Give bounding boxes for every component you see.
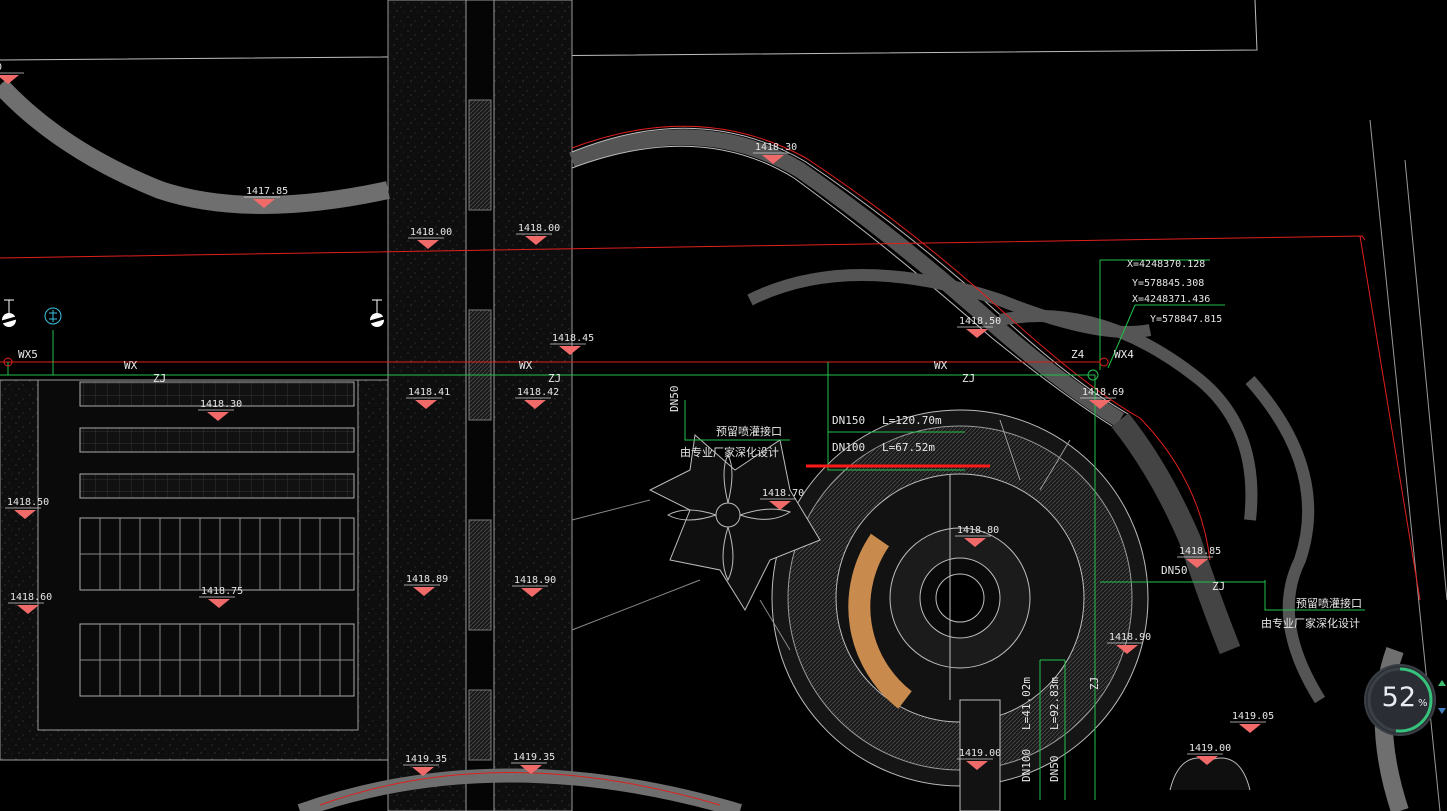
elevation-value: 1419.35	[405, 754, 447, 765]
spec-len-a: L=41.02m	[1020, 677, 1033, 730]
elevation-value: 1418.00	[518, 223, 560, 234]
water-meter-icon[interactable]	[44, 307, 62, 325]
elevation-value: 1419.05	[1232, 711, 1274, 722]
cad-drawing-canvas[interactable]: 70 1417.85 1418.30 1418.00 1418.00 1418.45 141…	[0, 0, 1447, 811]
elevation-value: 1419.00	[959, 748, 1001, 759]
spec-len-b: L=92.83m	[1048, 677, 1061, 730]
elevation-value: 1418.30	[200, 399, 242, 410]
elevation-triangle-icon	[966, 329, 988, 338]
zoom-level-widget[interactable]: 52 %	[1364, 664, 1436, 736]
elevation-value: 1418.60	[10, 592, 52, 603]
note-design-1: 由专业厂家深化设计	[680, 445, 779, 459]
elevation-value: 1418.75	[201, 586, 243, 597]
coord-y2: Y=578847.815	[1150, 314, 1222, 325]
label-wx-3: WX	[934, 359, 948, 372]
spec-dn50-right: DN50	[1161, 564, 1188, 577]
spec-dn50-vertical: DN50	[668, 386, 681, 413]
hydrant-icon-left[interactable]	[1, 299, 17, 327]
zoom-value: 52	[1381, 682, 1416, 713]
label-wx4: WX4	[1114, 348, 1134, 361]
spec-dn50-bottom: DN50	[1048, 756, 1061, 783]
elevation-value: 1418.89	[406, 574, 448, 585]
spec-dn100-bottom: DN100	[1020, 749, 1033, 782]
note-reserve-2: 预留喷灌接口	[1296, 597, 1362, 610]
hydrant-icon-right[interactable]	[369, 299, 385, 327]
elevation-value: 1418.90	[514, 575, 556, 586]
coord-y1: Y=578845.308	[1132, 278, 1204, 289]
elevation-value: 1418.50	[959, 316, 1001, 327]
zoom-unit: %	[1418, 698, 1428, 709]
label-wx5: WX5	[18, 348, 38, 361]
elevation-value: 1418.50	[7, 497, 49, 508]
spec-len150: L=120.70m	[882, 414, 942, 427]
coord-x1: X=4248370.128	[1127, 259, 1205, 270]
label-zj-5: ZJ	[1088, 677, 1101, 690]
elevation-value: 70	[0, 62, 2, 73]
manhole-icon[interactable]	[1099, 357, 1109, 367]
elevation-value: 1418.70	[762, 488, 804, 499]
elevation-triangle-icon	[1239, 724, 1261, 733]
elevation-value: 1418.30	[755, 142, 797, 153]
spec-len100: L=67.52m	[882, 441, 935, 454]
label-zj-4: ZJ	[1212, 580, 1225, 593]
label-wx-2: WX	[519, 359, 533, 372]
label-z4: Z4	[1071, 348, 1085, 361]
elevation-value: 1418.45	[552, 333, 594, 344]
elevation-value: 1418.90	[1109, 632, 1151, 643]
spec-dn100: DN100	[832, 441, 865, 454]
zoom-in-arrow-icon[interactable]	[1438, 680, 1446, 686]
note-reserve-1: 预留喷灌接口	[716, 425, 782, 438]
spec-dn150: DN150	[832, 414, 865, 427]
zoom-out-arrow-icon[interactable]	[1438, 708, 1446, 714]
elevation-value: 1419.00	[1189, 743, 1231, 754]
elevation-value: 1417.85	[246, 186, 288, 197]
coord-x2: X=4248371.436	[1132, 294, 1210, 305]
elevation-value: 1418.42	[517, 387, 559, 398]
elevation-marker: 1419.05	[1230, 711, 1274, 733]
label-zj-2: ZJ	[548, 372, 561, 385]
elevation-value: 1418.00	[410, 227, 452, 238]
label-zj-1: ZJ	[153, 372, 166, 385]
elevation-marker: 70	[0, 62, 24, 84]
elevation-value: 1418.85	[1179, 546, 1221, 557]
elevation-value: 1418.80	[957, 525, 999, 536]
label-zj-3: ZJ	[962, 372, 975, 385]
elevation-value: 1418.69	[1082, 387, 1124, 398]
coordinate-callouts: X=4248370.128 Y=578845.308 X=4248371.436…	[1127, 259, 1222, 325]
elevation-value: 1419.35	[513, 752, 555, 763]
elevation-value: 1418.41	[408, 387, 450, 398]
label-wx-1: WX	[124, 359, 138, 372]
note-design-2: 由专业厂家深化设计	[1261, 616, 1360, 630]
